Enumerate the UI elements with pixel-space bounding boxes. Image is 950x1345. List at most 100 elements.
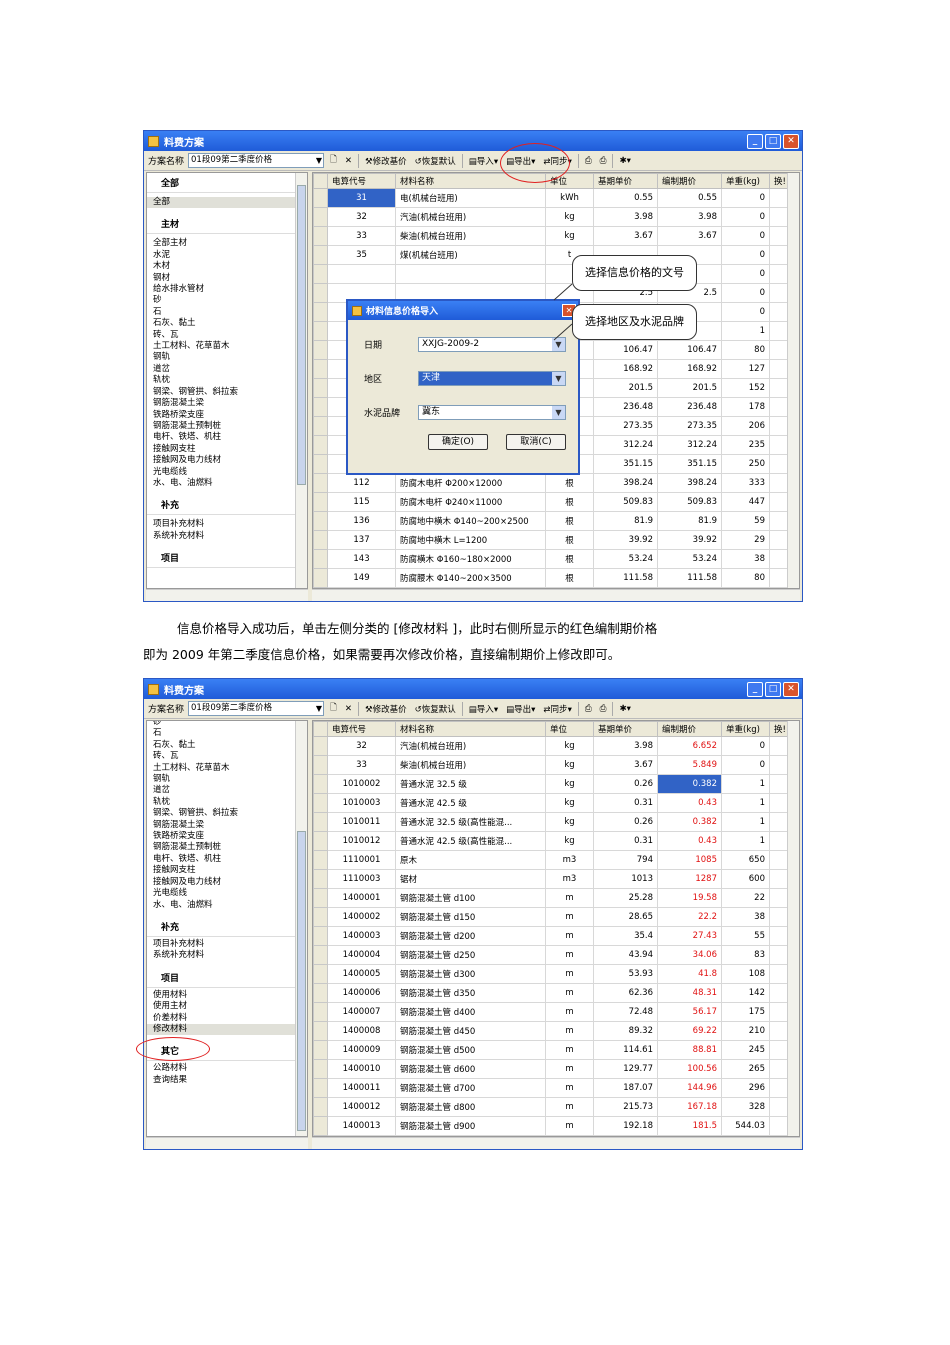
category-item[interactable]: 钢梁、钢管拱、斜拉索 bbox=[147, 387, 307, 398]
table-cell[interactable]: 398.24 bbox=[657, 473, 722, 493]
table-cell[interactable]: 根 bbox=[545, 549, 594, 569]
table-cell[interactable]: 1400004 bbox=[327, 945, 396, 965]
row-selector[interactable] bbox=[313, 774, 328, 794]
table-cell[interactable]: 167.18 bbox=[657, 1097, 722, 1117]
table-cell[interactable]: 55 bbox=[721, 926, 770, 946]
table-cell[interactable]: 0 bbox=[721, 245, 770, 265]
horizontal-scrollbar[interactable] bbox=[312, 1137, 800, 1149]
table-row[interactable]: 1400011 钢筋混凝土管 d700 m 187.07 144.96 296 bbox=[313, 1078, 790, 1098]
column-header[interactable]: 基期单价 bbox=[593, 721, 658, 737]
category-item[interactable]: 道岔 bbox=[147, 785, 307, 796]
table-cell[interactable]: 防腐横木 Φ160~180×2000 bbox=[395, 549, 546, 569]
table-cell[interactable]: 127 bbox=[721, 359, 770, 379]
category-item[interactable]: 石灰、黏土 bbox=[147, 740, 307, 751]
table-cell[interactable]: 普通水泥 32.5 级 bbox=[395, 774, 546, 794]
table-cell[interactable]: 0 bbox=[721, 736, 770, 756]
table-cell[interactable]: 509.83 bbox=[657, 492, 722, 512]
category-item[interactable]: 石灰、黏土 bbox=[147, 318, 307, 329]
table-cell[interactable]: 144.96 bbox=[657, 1078, 722, 1098]
table-cell[interactable]: 794 bbox=[593, 850, 658, 870]
table-row[interactable]: 1400010 钢筋混凝土管 d600 m 129.77 100.56 265 bbox=[313, 1059, 790, 1079]
table-cell[interactable]: 0 bbox=[721, 755, 770, 775]
category-item[interactable]: 接触网及电力线材 bbox=[147, 877, 307, 888]
row-selector[interactable] bbox=[313, 1116, 328, 1136]
category-item[interactable]: 钢筋混凝土预制桩 bbox=[147, 842, 307, 853]
category-item[interactable]: 钢筋混凝土梁 bbox=[147, 398, 307, 409]
table-cell[interactable]: 142 bbox=[721, 983, 770, 1003]
table-cell[interactable] bbox=[395, 264, 546, 284]
table-row[interactable]: 1400007 钢筋混凝土管 d400 m 72.48 56.17 175 bbox=[313, 1002, 790, 1022]
row-selector[interactable] bbox=[313, 207, 328, 227]
table-row[interactable]: 1400002 钢筋混凝土管 d150 m 28.65 22.2 38 bbox=[313, 907, 790, 927]
table-cell[interactable]: 防腐腰木 Φ140~200×3500 bbox=[395, 568, 546, 588]
table-cell[interactable]: 39.92 bbox=[657, 530, 722, 550]
table-row[interactable]: 1400008 钢筋混凝土管 d450 m 89.32 69.22 210 bbox=[313, 1021, 790, 1041]
row-selector[interactable] bbox=[313, 1021, 328, 1041]
table-row[interactable]: 115 防腐木电杆 Φ240×11000 根 509.83 509.83 447 bbox=[313, 492, 790, 512]
table-cell[interactable]: 53.93 bbox=[593, 964, 658, 984]
print-icon[interactable]: ⎙ bbox=[598, 156, 609, 166]
row-selector[interactable] bbox=[313, 454, 328, 474]
table-cell[interactable]: 防腐木电杆 Φ200×12000 bbox=[395, 473, 546, 493]
category-item[interactable]: 系统补充材料 bbox=[147, 531, 307, 542]
category-item[interactable]: 铁路桥梁支座 bbox=[147, 831, 307, 842]
vertical-scrollbar[interactable] bbox=[787, 721, 799, 1136]
table-cell[interactable]: 19.58 bbox=[657, 888, 722, 908]
table-cell[interactable]: 1400009 bbox=[327, 1040, 396, 1060]
table-row[interactable]: 143 防腐横木 Φ160~180×2000 根 53.24 53.24 38 bbox=[313, 549, 790, 569]
table-cell[interactable]: kg bbox=[545, 793, 594, 813]
category-item[interactable]: 接触网及电力线材 bbox=[147, 455, 307, 466]
table-cell[interactable]: 178 bbox=[721, 397, 770, 417]
table-cell[interactable]: kg bbox=[545, 226, 594, 246]
table-cell[interactable]: 398.24 bbox=[593, 473, 658, 493]
table-cell[interactable]: 1287 bbox=[657, 869, 722, 889]
table-cell[interactable]: 0.382 bbox=[657, 774, 722, 794]
table-cell[interactable]: 69.22 bbox=[657, 1021, 722, 1041]
row-selector[interactable] bbox=[313, 340, 328, 360]
table-cell[interactable]: 0 bbox=[721, 207, 770, 227]
table-cell[interactable]: 88.81 bbox=[657, 1040, 722, 1060]
table-cell[interactable]: m3 bbox=[545, 869, 594, 889]
table-cell[interactable]: 137 bbox=[327, 530, 396, 550]
row-selector[interactable] bbox=[313, 869, 328, 889]
table-cell[interactable]: m3 bbox=[545, 850, 594, 870]
category-item[interactable]: 查询结果 bbox=[147, 1075, 307, 1086]
table-cell[interactable]: 245 bbox=[721, 1040, 770, 1060]
row-selector[interactable] bbox=[313, 1002, 328, 1022]
table-cell[interactable]: 236.48 bbox=[593, 397, 658, 417]
table-cell[interactable]: m bbox=[545, 983, 594, 1003]
table-cell[interactable]: 168.92 bbox=[657, 359, 722, 379]
table-cell[interactable]: 35.4 bbox=[593, 926, 658, 946]
category-item[interactable]: 钢材 bbox=[147, 273, 307, 284]
table-cell[interactable]: 32 bbox=[327, 736, 396, 756]
row-selector[interactable] bbox=[313, 850, 328, 870]
table-cell[interactable]: 普通水泥 42.5 级(高性能混... bbox=[395, 831, 546, 851]
table-cell[interactable]: 1400010 bbox=[327, 1059, 396, 1079]
table-cell[interactable]: 钢筋混凝土管 d250 bbox=[395, 945, 546, 965]
table-row[interactable]: 32 汽油(机械台班用) kg 3.98 3.98 0 bbox=[313, 207, 790, 227]
table-cell[interactable]: 273.35 bbox=[593, 416, 658, 436]
table-row[interactable]: 1400004 钢筋混凝土管 d250 m 43.94 34.06 83 bbox=[313, 945, 790, 965]
table-cell[interactable]: 电(机械台班用) bbox=[395, 188, 546, 208]
table-cell[interactable]: 1 bbox=[721, 774, 770, 794]
table-row[interactable]: 1010002 普通水泥 32.5 级 kg 0.26 0.382 1 bbox=[313, 774, 790, 794]
maximize-button[interactable]: □ bbox=[765, 681, 781, 697]
row-selector[interactable] bbox=[313, 549, 328, 569]
table-row[interactable]: 1400001 钢筋混凝土管 d100 m 25.28 19.58 22 bbox=[313, 888, 790, 908]
table-cell[interactable]: 33 bbox=[327, 226, 396, 246]
table-row[interactable]: 31 电(机械台班用) kWh 0.55 0.55 0 bbox=[313, 188, 790, 208]
table-cell[interactable]: 0.31 bbox=[593, 793, 658, 813]
vertical-scrollbar[interactable] bbox=[787, 173, 799, 588]
table-row[interactable]: 1400012 钢筋混凝土管 d800 m 215.73 167.18 328 bbox=[313, 1097, 790, 1117]
table-cell[interactable]: 187.07 bbox=[593, 1078, 658, 1098]
table-cell[interactable]: 59 bbox=[721, 511, 770, 531]
table-cell[interactable]: 1 bbox=[721, 831, 770, 851]
row-selector[interactable] bbox=[313, 983, 328, 1003]
table-cell[interactable]: 215.73 bbox=[593, 1097, 658, 1117]
table-cell[interactable]: 328 bbox=[721, 1097, 770, 1117]
column-header[interactable]: 单重(kg) bbox=[721, 173, 770, 189]
category-item[interactable]: 价差材料 bbox=[147, 1013, 307, 1024]
table-cell[interactable]: 296 bbox=[721, 1078, 770, 1098]
table-cell[interactable]: m bbox=[545, 926, 594, 946]
table-cell[interactable]: 0.55 bbox=[593, 188, 658, 208]
